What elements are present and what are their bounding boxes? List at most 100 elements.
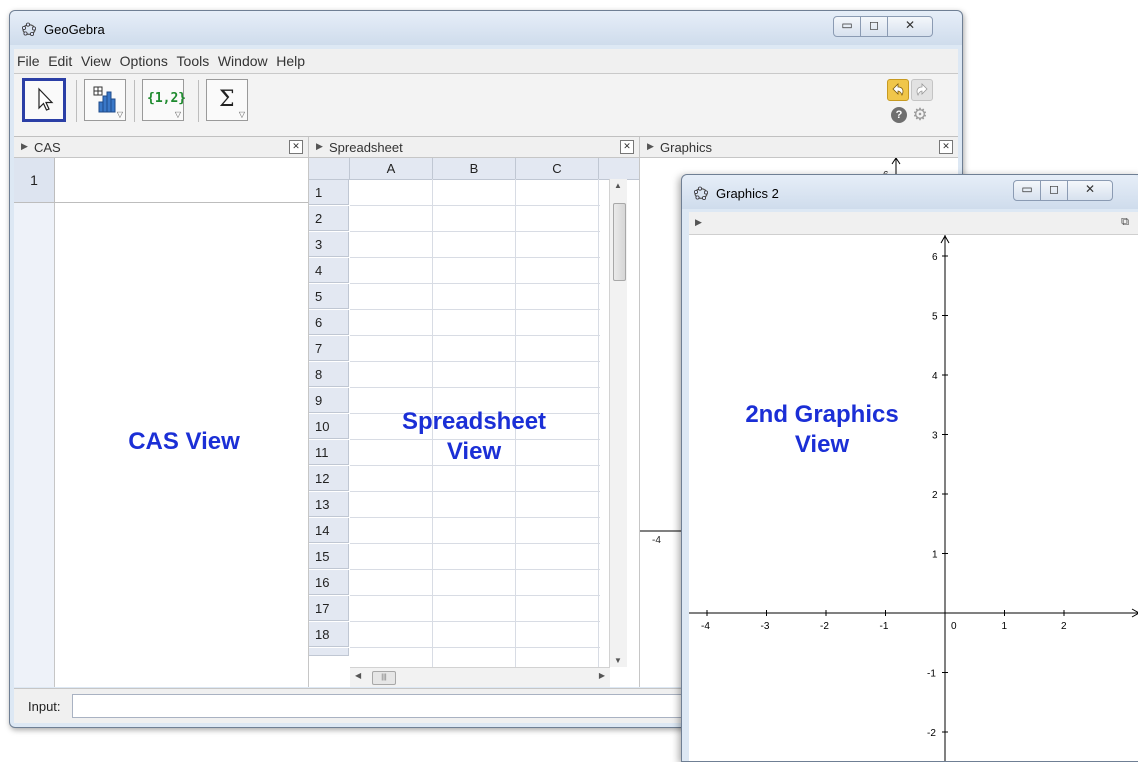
graphics-2-axes: -4 -3 -2 -1 0 1 2654321-1-2 (689, 235, 1138, 761)
x-tick-label: 0 (951, 621, 957, 632)
y-tick-label: 4 (932, 371, 938, 382)
scroll-thumb[interactable]: ||| (372, 671, 396, 685)
column-header-extra (599, 158, 639, 180)
menu-tools[interactable]: Tools (174, 49, 212, 69)
grid-line (350, 283, 600, 284)
undo-icon (892, 83, 904, 97)
row-header[interactable]: 3 (309, 232, 349, 257)
row-header[interactable]: 17 (309, 596, 349, 621)
graphics-panel-header: ▶ Graphics ✕ (640, 137, 958, 158)
cas-panel-header: ▶ CAS ✕ (14, 137, 308, 158)
row-header[interactable]: 5 (309, 284, 349, 309)
cas-row: 1 (14, 158, 308, 203)
corner-header[interactable] (309, 158, 350, 180)
graphics-panel-title: Graphics (660, 140, 713, 155)
menu-edit[interactable]: Edit (45, 49, 74, 69)
redo-icon (916, 83, 928, 97)
minimize-button[interactable]: ▭ (1013, 180, 1041, 201)
column-header-b[interactable]: B (433, 158, 516, 180)
close-icon: ✕ (1084, 182, 1096, 196)
close-panel-icon[interactable]: ✕ (620, 140, 634, 154)
cas-view-annotation-line: CAS View (128, 428, 240, 455)
window-title: GeoGebra (44, 22, 105, 37)
sum-tool-button[interactable]: Σ ▽ (206, 79, 248, 121)
x-tick-label: -3 (761, 621, 770, 632)
row-header[interactable]: 7 (309, 336, 349, 361)
window-title: Graphics 2 (716, 186, 779, 201)
row-header-partial (309, 648, 349, 656)
cas-view-annotation: CAS View (74, 427, 294, 457)
row-header[interactable]: 13 (309, 492, 349, 517)
column-header-a[interactable]: A (350, 158, 433, 180)
row-header[interactable]: 18 (309, 622, 349, 647)
grid-line (350, 569, 600, 570)
undo-button[interactable] (887, 79, 909, 101)
close-panel-icon[interactable]: ✕ (939, 140, 953, 154)
graphics-2-canvas[interactable]: -4 -3 -2 -1 0 1 2 6 5 4 3 2 1 -1 -2 (689, 235, 1138, 761)
dropdown-triangle-icon: ▽ (174, 110, 181, 119)
row-header[interactable]: 10 (309, 414, 349, 439)
panel-toggle-arrow-icon[interactable]: ▶ (316, 141, 323, 152)
x-tick-label: -1 (880, 621, 889, 632)
horizontal-scrollbar[interactable]: ◀ ||| ▶ (350, 667, 610, 687)
list-tool-button[interactable]: {1,2} ▽ (142, 79, 186, 121)
grid-line (350, 647, 600, 648)
maximize-button[interactable]: ◻ (1040, 180, 1068, 201)
close-button[interactable]: ✕ (887, 16, 933, 37)
scroll-right-icon[interactable]: ▶ (599, 671, 605, 680)
menu-options[interactable]: Options (117, 49, 170, 69)
row-header[interactable]: 6 (309, 310, 349, 335)
menu-view[interactable]: View (78, 49, 113, 69)
row-header[interactable]: 9 (309, 388, 349, 413)
y-tick-label: -2 (927, 728, 936, 739)
cas-row-gutter (14, 158, 55, 687)
maximize-button[interactable]: ◻ (860, 16, 888, 37)
row-header[interactable]: 8 (309, 362, 349, 387)
menu-help[interactable]: Help (273, 49, 307, 69)
y-tick-label: -1 (927, 669, 936, 680)
title-bar: GeoGebra ▭ ◻ ✕ (10, 11, 962, 45)
style-bar-toggle-icon[interactable]: ▶ (695, 217, 702, 228)
scroll-down-icon[interactable]: ▼ (614, 656, 622, 665)
minimize-button[interactable]: ▭ (833, 16, 861, 37)
panel-toggle-arrow-icon[interactable]: ▶ (647, 141, 654, 152)
close-button[interactable]: ✕ (1067, 180, 1113, 201)
menu-file[interactable]: File (14, 49, 42, 69)
y-tick-label: 2 (932, 490, 938, 501)
title-bar: Graphics 2 ▭ ◻ ✕ (682, 175, 1138, 209)
spreadsheet-panel-title: Spreadsheet (329, 140, 403, 155)
scroll-up-icon[interactable]: ▲ (614, 181, 622, 190)
grid-line (350, 387, 600, 388)
maximize-icon: ◻ (869, 18, 879, 32)
cas-input-cell[interactable] (55, 158, 308, 202)
spreadsheet-view: ▶ Spreadsheet ✕ A B C 1 2 3 4 5 6 7 8 9 10 11 12 13 1… (309, 137, 640, 687)
sigma-icon: Σ (219, 87, 235, 112)
x-tick-label: -2 (820, 621, 829, 632)
menu-window[interactable]: Window (215, 49, 270, 69)
chart-tool-button[interactable]: ▽ (84, 79, 126, 121)
grid-line (350, 361, 600, 362)
row-header[interactable]: 11 (309, 440, 349, 465)
settings-gear-icon[interactable]: ⚙ (911, 106, 929, 124)
row-header[interactable]: 4 (309, 258, 349, 283)
grid-line (350, 205, 600, 206)
move-tool-button[interactable] (22, 78, 66, 122)
dropdown-triangle-icon: ▽ (116, 110, 123, 119)
column-header-c[interactable]: C (516, 158, 599, 180)
scroll-left-icon[interactable]: ◀ (355, 671, 361, 680)
scroll-thumb[interactable] (613, 203, 626, 281)
y-tick-label: 1 (932, 550, 938, 561)
dock-window-icon[interactable]: ⧉ (1121, 216, 1129, 229)
row-header[interactable]: 12 (309, 466, 349, 491)
row-header[interactable]: 16 (309, 570, 349, 595)
x-tick-label: 2 (1061, 621, 1067, 632)
row-header[interactable]: 15 (309, 544, 349, 569)
vertical-scrollbar[interactable]: ▲ ▼ (609, 179, 627, 667)
row-header[interactable]: 1 (309, 180, 349, 205)
row-header[interactable]: 14 (309, 518, 349, 543)
close-panel-icon[interactable]: ✕ (289, 140, 303, 154)
redo-button[interactable] (911, 79, 933, 101)
row-header[interactable]: 2 (309, 206, 349, 231)
panel-toggle-arrow-icon[interactable]: ▶ (21, 141, 28, 152)
help-icon[interactable]: ? (891, 107, 907, 123)
